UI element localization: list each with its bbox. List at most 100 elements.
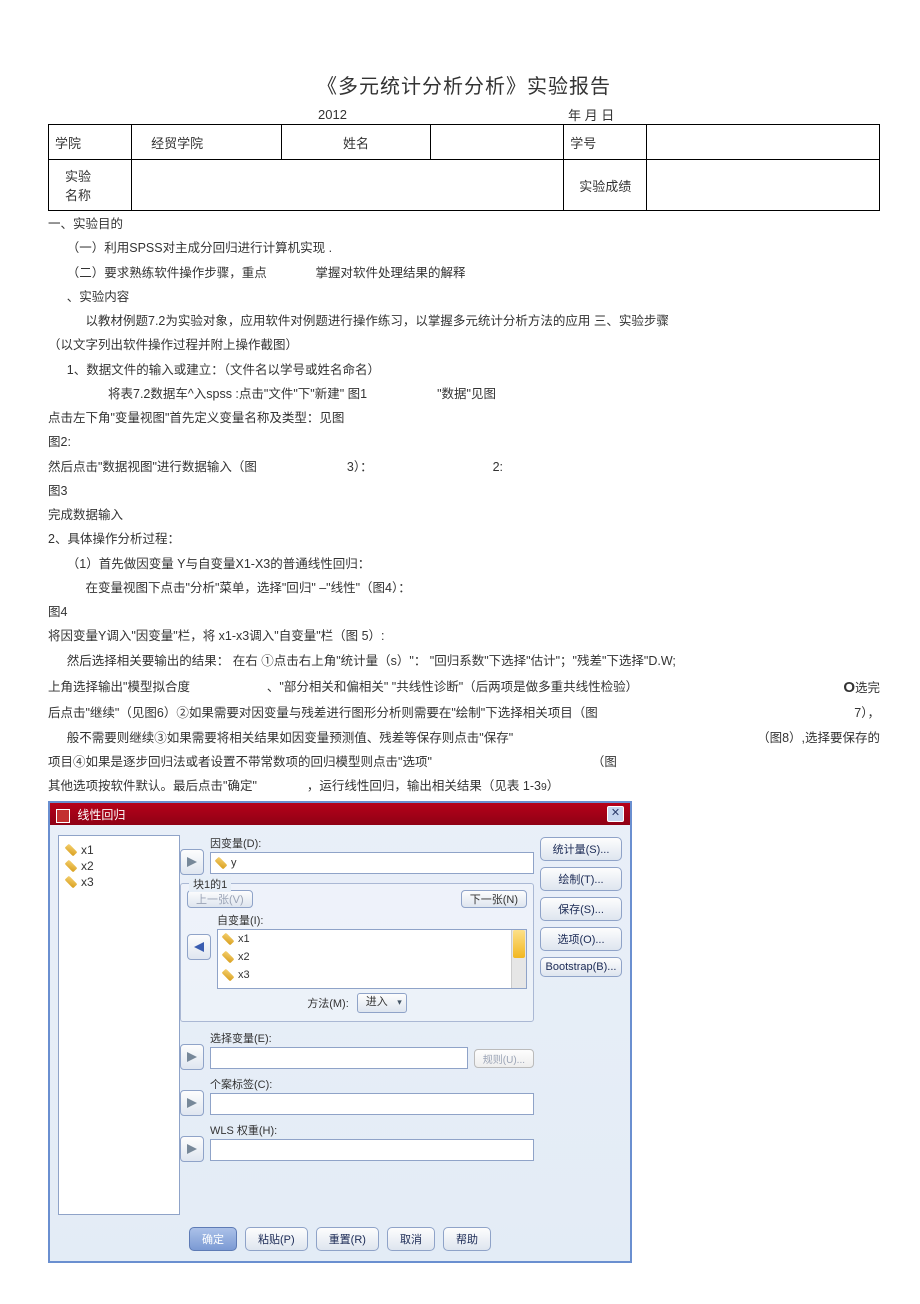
exp-name-label-2: 名称	[65, 185, 125, 204]
sec1-item1: （一）利用SPSS对主成分回归进行计算机实现 .	[48, 238, 880, 259]
next-block-button[interactable]: 下一张(N)	[461, 890, 527, 908]
date-rest: 年 月 日	[568, 105, 614, 124]
move-dependent-button[interactable]	[180, 849, 204, 875]
sec2-item1: 以教材例题7.2为实验对象，应用软件对例题进行操作练习，以掌握多元统计分析方法的…	[48, 311, 880, 332]
close-icon[interactable]: ✕	[607, 806, 624, 822]
college-value: 经贸学院	[132, 125, 282, 160]
scale-icon	[222, 951, 235, 964]
selection-field[interactable]	[210, 1047, 468, 1069]
reset-button[interactable]: 重置(R)	[316, 1227, 379, 1251]
scale-icon	[222, 933, 235, 946]
sec1-item2b: 掌握对软件处理结果的解释	[297, 263, 466, 284]
move-independent-button[interactable]	[187, 934, 211, 960]
p3: 图2:	[48, 432, 880, 453]
block-group: 块1的1 上一张(V) 下一张(N) 自变量(I): x1 x2 x3	[180, 883, 534, 1022]
p1b: "数据"见图	[437, 384, 496, 405]
p10: 将因变量Y调入"因变量"栏，将 x1-x3调入"自变量"栏（图 5）:	[48, 626, 880, 647]
side-buttons: 统计量(S)... 绘制(T)... 保存(S)... 选项(O)... Boo…	[534, 835, 622, 1215]
step1: 1、数据文件的输入或建立：（文件名以学号或姓名命名）	[48, 360, 880, 381]
p12a: 上角选择输出"模型拟合度	[48, 680, 190, 694]
p14a: 般不需要则继续③如果需要将相关结果如因变量预测值、残差等保存则点击"保存"	[48, 728, 513, 749]
sec1-heading: 一、实验目的	[48, 214, 880, 235]
header-table: 学院 经贸学院 姓名 学号 实验 名称 实验成绩	[48, 124, 880, 211]
rule-button[interactable]: 规则(U)...	[474, 1049, 534, 1068]
list-item[interactable]: x2	[63, 858, 175, 874]
college-label: 学院	[49, 125, 132, 160]
p4b: 3）：	[347, 457, 373, 478]
p12d: 选完	[855, 681, 880, 695]
p1a: 将表7.2数据车^入spss :点击"文件"下"新建" 图1	[108, 384, 367, 405]
id-label: 学号	[564, 125, 647, 160]
p4: 然后点击"数据视图"进行数据输入（图 3）： 2:	[48, 457, 880, 478]
p5: 图3	[48, 481, 880, 502]
plots-button[interactable]: 绘制(T)...	[540, 867, 622, 891]
bootstrap-button[interactable]: Bootstrap(B)...	[540, 957, 622, 977]
linear-regression-dialog: 线性回归 ✕ x1 x2 x3 因变量(D): y	[48, 801, 632, 1263]
indep-x3: x3	[238, 969, 250, 981]
dependent-field[interactable]: y	[210, 852, 534, 874]
independent-label: 自变量(I):	[217, 912, 527, 928]
list-item[interactable]: x1	[63, 842, 175, 858]
date-line: 2012 年 月 日	[318, 105, 880, 124]
dialog-footer: 确定 粘贴(P) 重置(R) 取消 帮助	[50, 1221, 630, 1261]
move-wls-button[interactable]	[180, 1136, 204, 1162]
independent-field[interactable]: x1 x2 x3	[217, 929, 527, 989]
scale-icon	[222, 969, 235, 982]
sec1-item2a: （二）要求熟练软件操作步骤，重点	[48, 263, 267, 284]
list-item[interactable]: x1	[220, 932, 252, 946]
dialog-title-text: 线性回归	[77, 808, 125, 822]
exp-name-label: 实验 名称	[49, 160, 132, 211]
selection-label: 选择变量(E):	[210, 1030, 534, 1046]
list-item[interactable]: x3	[220, 968, 252, 982]
var-x3: x3	[81, 875, 94, 889]
ok-button[interactable]: 确定	[189, 1227, 237, 1251]
p16a: 其他选项按软件默认。最后点击"确定"	[48, 776, 257, 797]
scale-icon	[215, 857, 228, 870]
dependent-value: y	[231, 857, 237, 869]
wls-label: WLS 权重(H):	[210, 1122, 534, 1138]
page-title: 《多元统计分析分析》实验报告	[48, 70, 880, 99]
sec2-heading: 、实验内容	[48, 287, 880, 308]
p16: 其他选项按软件默认。最后点击"确定" ，运行线性回归，输出相关结果（见表 1-3…	[48, 776, 880, 797]
content-body: 一、实验目的 （一）利用SPSS对主成分回归进行计算机实现 . （二）要求熟练软…	[48, 214, 880, 797]
score-value	[647, 160, 880, 211]
p16d: ）	[547, 776, 560, 797]
method-select[interactable]: 进入	[357, 993, 407, 1013]
list-item[interactable]: x3	[63, 874, 175, 890]
scale-icon	[65, 860, 78, 873]
sec2-item2: （以文字列出软件操作过程并附上操作截图）	[48, 335, 880, 356]
variable-list[interactable]: x1 x2 x3	[58, 835, 180, 1215]
p11: 然后选择相关要输出的结果： 在右 ①点击右上角"统计量（s）"： "回归系数"下…	[48, 651, 880, 672]
p12: 上角选择输出"模型拟合度 、"部分相关和偏相关" "共线性诊断"（后两项是做多重…	[48, 675, 880, 701]
paste-button[interactable]: 粘贴(P)	[245, 1227, 308, 1251]
p2: 点击左下角"变量视图"首先定义变量名称及类型：见图	[48, 408, 880, 429]
move-caselabel-button[interactable]	[180, 1090, 204, 1116]
indep-x1: x1	[238, 933, 250, 945]
dialog-icon	[56, 809, 70, 823]
p12c-mark: O	[843, 679, 855, 696]
statistics-button[interactable]: 统计量(S)...	[540, 837, 622, 861]
p14b: （图8）,选择要保存的	[738, 728, 880, 749]
p15a: 项目④如果是逐步回归法或者设置不带常数项的回归模型则点击"选项"	[48, 752, 432, 773]
dialog-titlebar[interactable]: 线性回归 ✕	[50, 803, 630, 825]
wls-field[interactable]	[210, 1139, 534, 1161]
save-button[interactable]: 保存(S)...	[540, 897, 622, 921]
step2: 2、具体操作分析过程：	[48, 529, 880, 550]
var-x1: x1	[81, 843, 94, 857]
p12b: 、"部分相关和偏相关" "共线性诊断"（后两项是做多重共线性检验）	[267, 680, 638, 694]
scrollbar[interactable]	[511, 930, 526, 988]
name-value	[431, 125, 564, 160]
prev-block-button[interactable]: 上一张(V)	[187, 890, 253, 908]
cancel-button[interactable]: 取消	[387, 1227, 435, 1251]
p15b: （图	[592, 752, 617, 773]
help-button[interactable]: 帮助	[443, 1227, 491, 1251]
caselabel-field[interactable]	[210, 1093, 534, 1115]
options-button[interactable]: 选项(O)...	[540, 927, 622, 951]
sec1-item2: （二）要求熟练软件操作步骤，重点 掌握对软件处理结果的解释	[48, 263, 880, 284]
list-item[interactable]: x2	[220, 950, 252, 964]
indep-x2: x2	[238, 951, 250, 963]
move-selection-button[interactable]	[180, 1044, 204, 1070]
p13b: 7），	[854, 703, 880, 724]
p4c: 2:	[493, 457, 503, 478]
year: 2012	[318, 107, 378, 122]
